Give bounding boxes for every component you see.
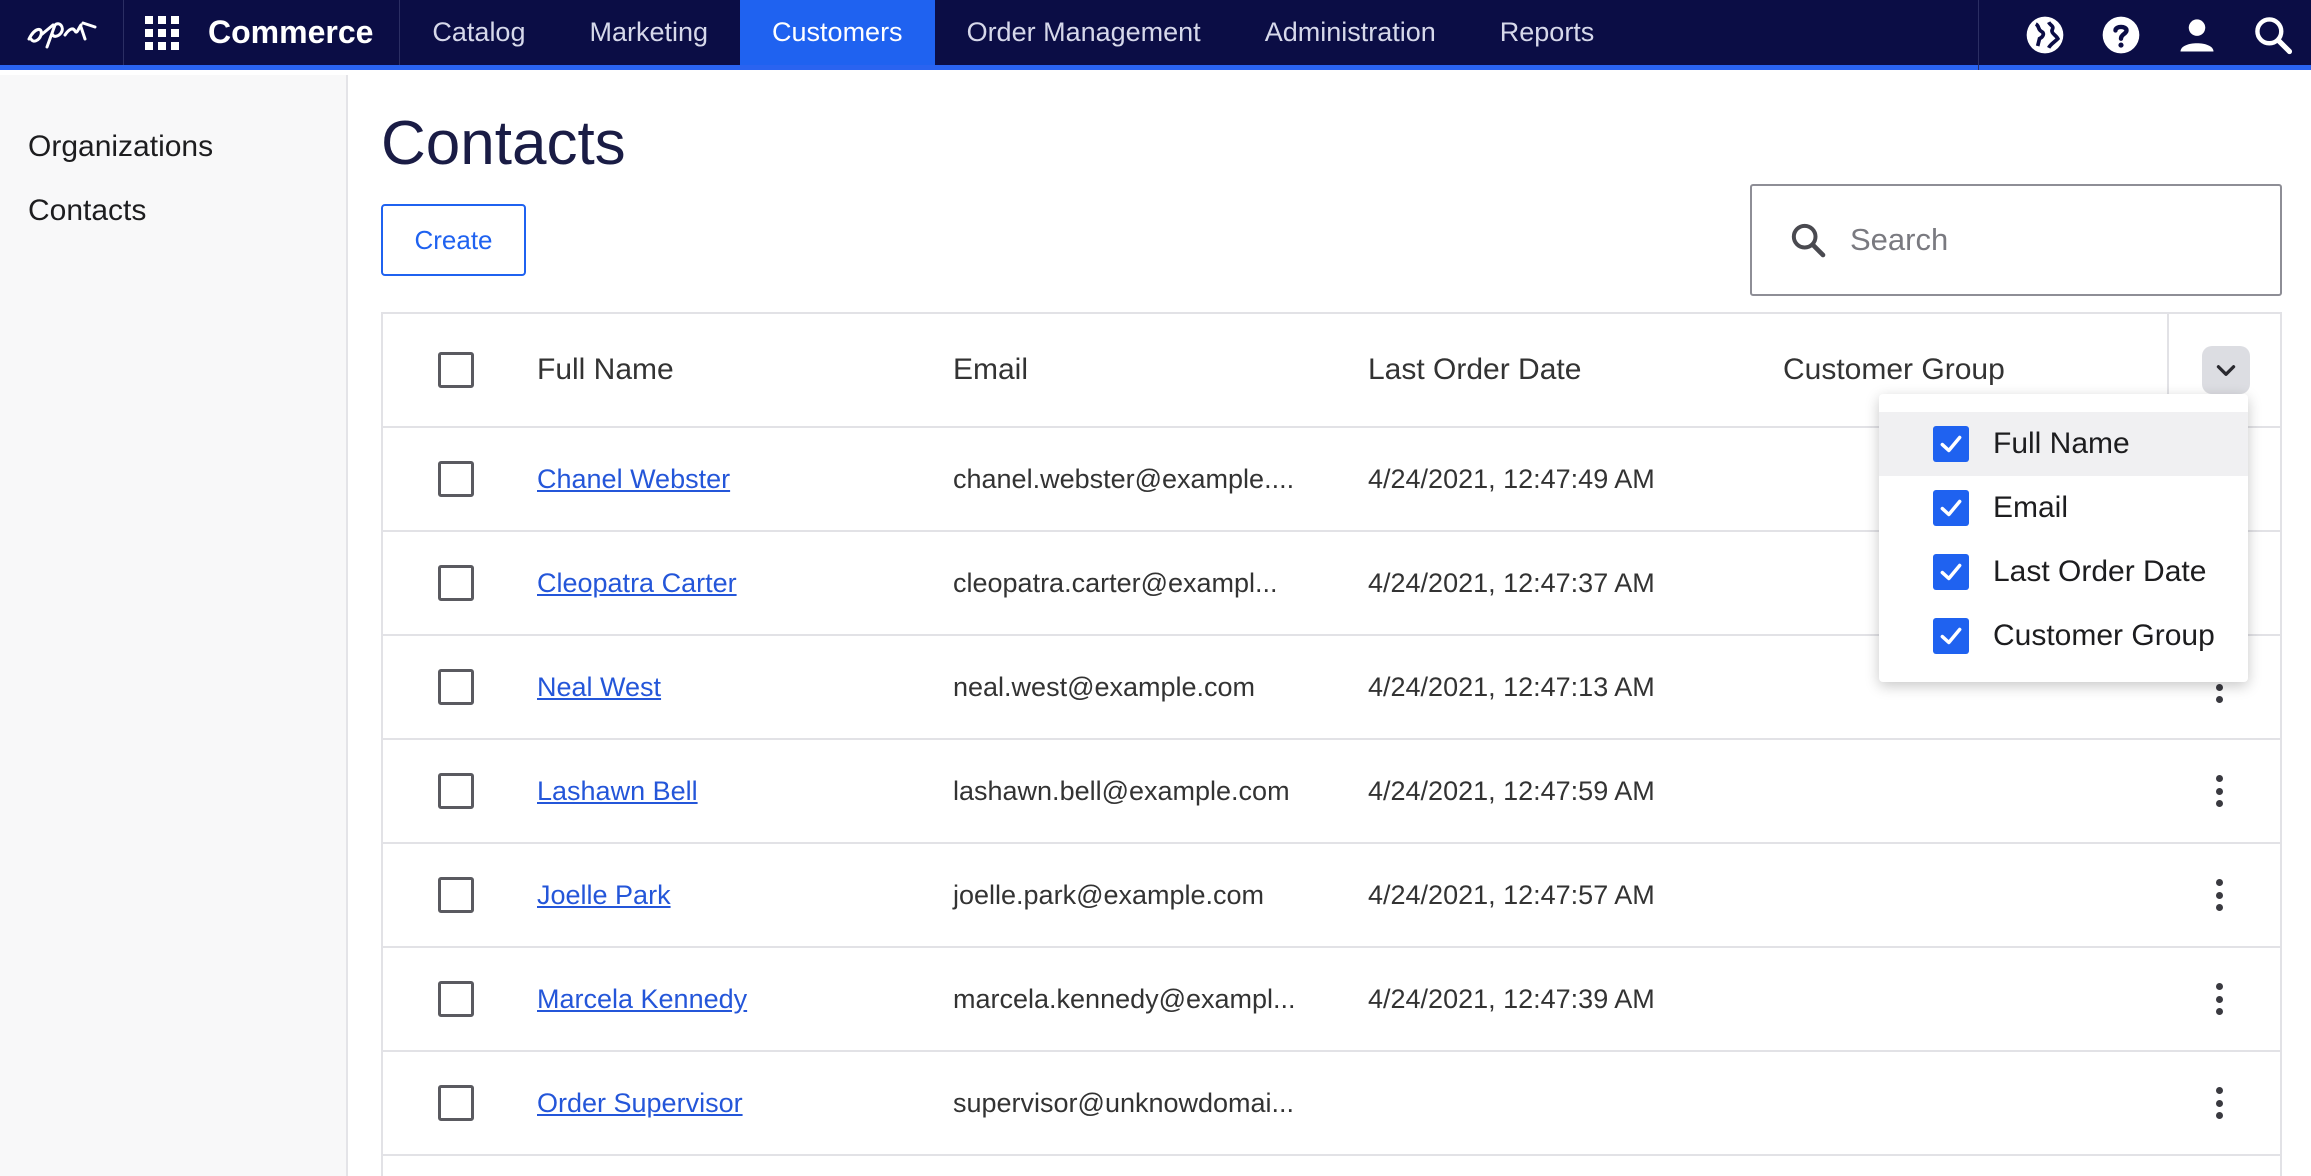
nav-administration[interactable]: Administration [1233, 0, 1468, 65]
row-actions-menu-icon[interactable] [2209, 875, 2229, 915]
row-checkbox[interactable] [438, 773, 474, 809]
checkbox-checked-icon[interactable] [1933, 426, 1969, 462]
column-option-label: Customer Group [1993, 619, 2215, 652]
checkbox-checked-icon[interactable] [1933, 490, 1969, 526]
search-box [1750, 184, 2282, 296]
contact-last-order-date: 4/24/2021, 12:47:39 AM [1368, 983, 1655, 1014]
column-chooser-menu: Full Name Email Last Order Date Customer… [1879, 394, 2248, 682]
column-option-label: Full Name [1993, 427, 2130, 460]
contact-last-order-date: 4/24/2021, 12:47:37 AM [1368, 567, 1655, 598]
contact-name-link[interactable]: Joelle Park [537, 880, 671, 910]
contact-last-order-date: 4/24/2021, 12:47:57 AM [1368, 879, 1655, 910]
contact-email: chanel.webster@example.... [953, 463, 1295, 494]
column-option-email[interactable]: Email [1879, 476, 2248, 540]
contact-email: lashawn.bell@example.com [953, 775, 1290, 806]
row-checkbox[interactable] [438, 669, 474, 705]
column-option-full-name[interactable]: Full Name [1879, 412, 2248, 476]
table-row: Joelle Park joelle.park@example.com 4/24… [383, 844, 2280, 948]
apps-grid-icon [145, 15, 179, 50]
nav-marketing[interactable]: Marketing [557, 0, 740, 65]
column-chooser-button[interactable] [2201, 346, 2250, 394]
nav-order-management[interactable]: Order Management [935, 0, 1233, 65]
user-icon[interactable] [2159, 0, 2235, 70]
contact-email: marcela.kennedy@exampl... [953, 983, 1296, 1014]
checkbox-checked-icon[interactable] [1933, 618, 1969, 654]
chevron-down-icon [2216, 365, 2235, 376]
row-checkbox[interactable] [438, 877, 474, 913]
column-option-label: Last Order Date [1993, 555, 2207, 588]
contact-last-order-date: 4/24/2021, 12:47:49 AM [1368, 463, 1655, 494]
row-checkbox[interactable] [438, 565, 474, 601]
row-checkbox[interactable] [438, 461, 474, 497]
contact-name-link[interactable]: Lashawn Bell [537, 776, 698, 806]
column-option-customer-group[interactable]: Customer Group [1879, 604, 2248, 668]
nav-reports[interactable]: Reports [1468, 0, 1627, 65]
globe-icon[interactable] [2007, 0, 2083, 70]
sidebar-item-organizations[interactable]: Organizations [0, 115, 346, 179]
nav-catalog[interactable]: Catalog [400, 0, 557, 65]
contact-name-link[interactable]: Order Supervisor [537, 1088, 743, 1118]
sidebar-item-contacts[interactable]: Contacts [0, 179, 346, 243]
row-actions-menu-icon[interactable] [2209, 771, 2229, 811]
contact-email: joelle.park@example.com [953, 879, 1265, 910]
contact-email: supervisor@unknowdomai... [953, 1087, 1295, 1118]
create-button[interactable]: Create [381, 204, 526, 276]
contact-email: neal.west@example.com [953, 671, 1256, 702]
nav-customers[interactable]: Customers [740, 0, 935, 65]
row-checkbox[interactable] [438, 1085, 474, 1121]
contact-name-link[interactable]: Neal West [537, 672, 661, 702]
select-all-checkbox[interactable] [438, 352, 474, 388]
row-checkbox[interactable] [438, 981, 474, 1017]
contact-last-order-date: 4/24/2021, 12:47:59 AM [1368, 775, 1655, 806]
contact-name-link[interactable]: Chanel Webster [537, 464, 730, 494]
contact-last-order-date: 4/24/2021, 12:47:13 AM [1368, 671, 1655, 702]
contact-name-link[interactable]: Marcela Kennedy [537, 984, 747, 1014]
column-header-full-name[interactable]: Full Name [537, 353, 674, 387]
column-option-label: Email [1993, 491, 2069, 524]
brand-name: Commerce [190, 0, 401, 65]
nav-right-tools [1978, 0, 2311, 70]
contact-name-link[interactable]: Cleopatra Carter [537, 568, 737, 598]
table-row: Marcela Kennedy marcela.kennedy@exampl..… [383, 948, 2280, 1052]
search-icon[interactable] [2235, 0, 2311, 70]
page-title: Contacts [381, 109, 626, 178]
table-row: Lashawn Bell lashawn.bell@example.com 4/… [383, 740, 2280, 844]
checkbox-checked-icon[interactable] [1933, 554, 1969, 590]
column-option-last-order-date[interactable]: Last Order Date [1879, 540, 2248, 604]
app-switcher-button[interactable] [134, 0, 190, 65]
search-input[interactable] [1850, 222, 2270, 258]
column-header-customer-group[interactable]: Customer Group [1783, 353, 2005, 387]
table-row: Order Supervisor supervisor@unknowdomai.… [383, 1052, 2280, 1156]
column-header-email[interactable]: Email [953, 353, 1028, 387]
sidebar: Organizations Contacts [0, 75, 348, 1176]
epi-logo-icon [27, 21, 96, 48]
column-header-last-order-date[interactable]: Last Order Date [1368, 353, 1581, 387]
row-actions-menu-icon[interactable] [2209, 979, 2229, 1019]
episerver-logo[interactable] [0, 0, 124, 65]
search-icon [1791, 223, 1826, 258]
contact-email: cleopatra.carter@exampl... [953, 567, 1278, 598]
help-icon[interactable] [2083, 0, 2159, 70]
row-actions-menu-icon[interactable] [2209, 1083, 2229, 1123]
top-nav: Commerce Catalog Marketing Customers Ord… [0, 0, 2311, 70]
main-nav: Catalog Marketing Customers Order Manage… [400, 0, 1626, 65]
